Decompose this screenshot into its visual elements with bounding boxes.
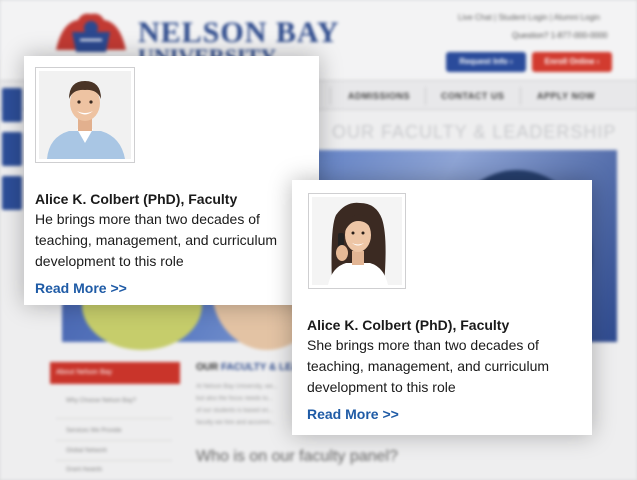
faculty-name: Alice K. Colbert (PhD), Faculty: [307, 317, 510, 333]
enroll-online-button[interactable]: Enroll Online ›: [532, 52, 612, 72]
nav-separator: [520, 87, 521, 105]
top-utility-links[interactable]: Live Chat | Student Login | Alumni Login: [458, 13, 600, 22]
sidebar-item-grant-awards[interactable]: Grant Awards: [66, 467, 102, 473]
faculty-bio: She brings more than two decades of teac…: [307, 337, 550, 395]
nav-separator: [425, 87, 426, 105]
male-faculty-photo: [39, 71, 131, 159]
intro-paragraph-line: of our students is based on...: [196, 408, 274, 414]
social-icon[interactable]: [2, 132, 22, 166]
nav-separator: [330, 87, 331, 105]
sidebar-divider: [56, 460, 172, 461]
faculty-card: Alice K. Colbert (PhD), Faculty She brin…: [292, 180, 592, 435]
university-crest-icon: [56, 13, 126, 52]
intro-paragraph-line: At Nelson Bay University, we...: [196, 384, 278, 390]
read-more-link[interactable]: Read More >>: [307, 406, 399, 422]
sidebar-item-why-choose[interactable]: Why Choose Nelson Bay?: [66, 398, 136, 404]
faculty-photo-frame: [308, 193, 406, 289]
faculty-panel-subheading: Who is on our faculty panel?: [196, 448, 398, 465]
phone-number: Question? 1-877-000-0000: [512, 31, 608, 40]
intro-paragraph-line: faculty we hire and accomm...: [196, 420, 276, 426]
section-title-prefix: OUR: [196, 362, 221, 373]
read-more-link[interactable]: Read More >>: [35, 280, 127, 296]
female-faculty-photo: [312, 197, 402, 285]
nav-item-contact-us[interactable]: CONTACT US: [441, 91, 504, 101]
faculty-card: Alice K. Colbert (PhD), Faculty He bring…: [24, 56, 319, 305]
intro-paragraph-line: but also the focus needs to...: [196, 396, 273, 402]
sidebar-divider: [56, 418, 172, 419]
sidebar-item-services[interactable]: Services We Provide: [66, 428, 122, 434]
faculty-name: Alice K. Colbert (PhD), Faculty: [35, 191, 238, 207]
sidebar-item-global-network[interactable]: Global Network: [66, 448, 107, 454]
faculty-photo-frame: [35, 67, 135, 163]
request-info-button[interactable]: Request Info ›: [446, 52, 526, 72]
page-heading: OUR FACULTY & LEADERSHIP: [332, 122, 617, 142]
sidebar-heading: About Nelson Bay: [50, 362, 180, 384]
nav-item-apply-now[interactable]: APPLY NOW: [537, 91, 595, 101]
sidebar-divider: [56, 440, 172, 441]
nav-item-admissions[interactable]: ADMISSIONS: [348, 91, 410, 101]
faculty-bio: He brings more than two decades of teach…: [35, 211, 278, 269]
left-social-strip: [0, 88, 22, 218]
social-icon[interactable]: [2, 176, 22, 210]
social-icon[interactable]: [2, 88, 22, 122]
